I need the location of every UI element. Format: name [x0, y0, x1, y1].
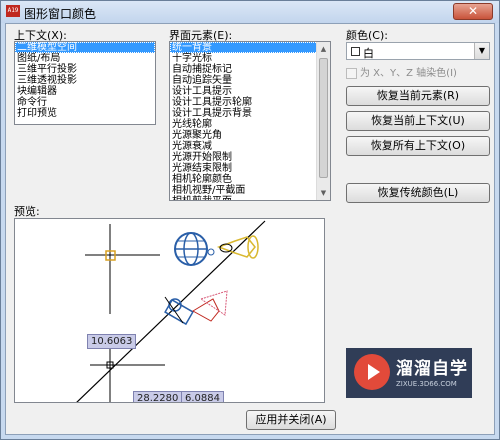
- dimension-input-1: 10.6063: [87, 334, 137, 349]
- apply-and-close-button[interactable]: 应用并关闭(A): [246, 410, 336, 430]
- watermark-overlay: 溜溜自学 ZIXUE.3D66.COM: [346, 348, 472, 398]
- list-item[interactable]: 十字光标: [170, 53, 330, 64]
- dimension-input-2: 28.2280: [133, 391, 183, 402]
- diagonal-line: [76, 220, 266, 402]
- scroll-up-icon[interactable]: ▲: [317, 42, 330, 56]
- list-item[interactable]: 自动捕捉标记: [170, 64, 330, 75]
- title-bar[interactable]: A19 图形窗口颜色 ✕: [1, 1, 499, 23]
- list-item[interactable]: 光源衰减: [170, 141, 330, 152]
- tint-axes-label: 为 X、Y、Z 轴染色(I): [360, 68, 457, 79]
- list-item[interactable]: 设计工具提示轮廓: [170, 97, 330, 108]
- list-item[interactable]: 块编辑器: [15, 86, 155, 97]
- preview-graphic: [76, 220, 266, 402]
- list-item[interactable]: 三维平行投影: [15, 64, 155, 75]
- color-label: 颜色(C):: [346, 29, 388, 42]
- interface-element-list[interactable]: 统一背景 十字光标 自动捕捉标记 自动追踪矢量 设计工具提示 设计工具提示轮廓 设计工具提示…: [169, 41, 331, 201]
- list-scrollbar[interactable]: ▲ ▼: [316, 42, 330, 200]
- preview-pane: 10.6063 28.2280 6.0884: [14, 218, 325, 403]
- list-item[interactable]: 相机剪裁平面: [170, 196, 330, 200]
- list-item[interactable]: 图纸/布局: [15, 53, 155, 64]
- context-list[interactable]: 二维模型空间 图纸/布局 三维平行投影 三维透视投影 块编辑器 命令行 打印预览: [14, 41, 156, 125]
- dimension-input-3: 6.0884: [181, 391, 224, 402]
- list-item[interactable]: 光源聚光角: [170, 130, 330, 141]
- scroll-thumb[interactable]: [319, 58, 328, 178]
- web-light-icon: [174, 232, 215, 266]
- watermark-title: 溜溜自学: [396, 359, 468, 379]
- list-item[interactable]: 光线轮廓: [170, 119, 330, 130]
- restore-current-element-button[interactable]: 恢复当前元素(R): [346, 86, 490, 106]
- color-select[interactable]: 白 ▼: [346, 42, 490, 60]
- play-icon: [368, 364, 380, 380]
- watermark-logo-icon: [354, 354, 390, 390]
- list-item[interactable]: 设计工具提示: [170, 86, 330, 97]
- window-title: 图形窗口颜色: [24, 7, 97, 21]
- restore-all-contexts-button[interactable]: 恢复所有上下文(O): [346, 136, 490, 156]
- list-item[interactable]: 二维模型空间: [15, 42, 155, 53]
- list-item[interactable]: 三维透视投影: [15, 75, 155, 86]
- close-button[interactable]: ✕: [453, 3, 493, 20]
- watermark-subtitle: ZIXUE.3D66.COM: [396, 380, 457, 388]
- tint-axes-checkbox[interactable]: [346, 67, 357, 79]
- restore-classic-colors-button[interactable]: 恢复传统颜色(L): [346, 183, 490, 203]
- chevron-down-icon[interactable]: ▼: [474, 43, 489, 59]
- list-item[interactable]: 设计工具提示背景: [170, 108, 330, 119]
- list-item[interactable]: 相机视野/平截面: [170, 185, 330, 196]
- scroll-down-icon[interactable]: ▼: [317, 186, 330, 200]
- list-item[interactable]: 相机轮廓颜色: [170, 174, 330, 185]
- list-item[interactable]: 自动追踪矢量: [170, 75, 330, 86]
- list-item[interactable]: 光源开始限制: [170, 152, 330, 163]
- color-swatch: [351, 47, 360, 56]
- list-item[interactable]: 命令行: [15, 97, 155, 108]
- tint-axes-option[interactable]: 为 X、Y、Z 轴染色(I): [346, 64, 457, 79]
- color-value: 白: [363, 47, 374, 60]
- app-icon: A19: [6, 5, 20, 17]
- list-item[interactable]: 统一背景: [170, 42, 330, 53]
- restore-current-context-button[interactable]: 恢复当前上下文(U): [346, 111, 490, 131]
- list-item[interactable]: 光源结束限制: [170, 163, 330, 174]
- list-item[interactable]: 打印预览: [15, 108, 155, 119]
- preview-label: 预览:: [14, 205, 40, 218]
